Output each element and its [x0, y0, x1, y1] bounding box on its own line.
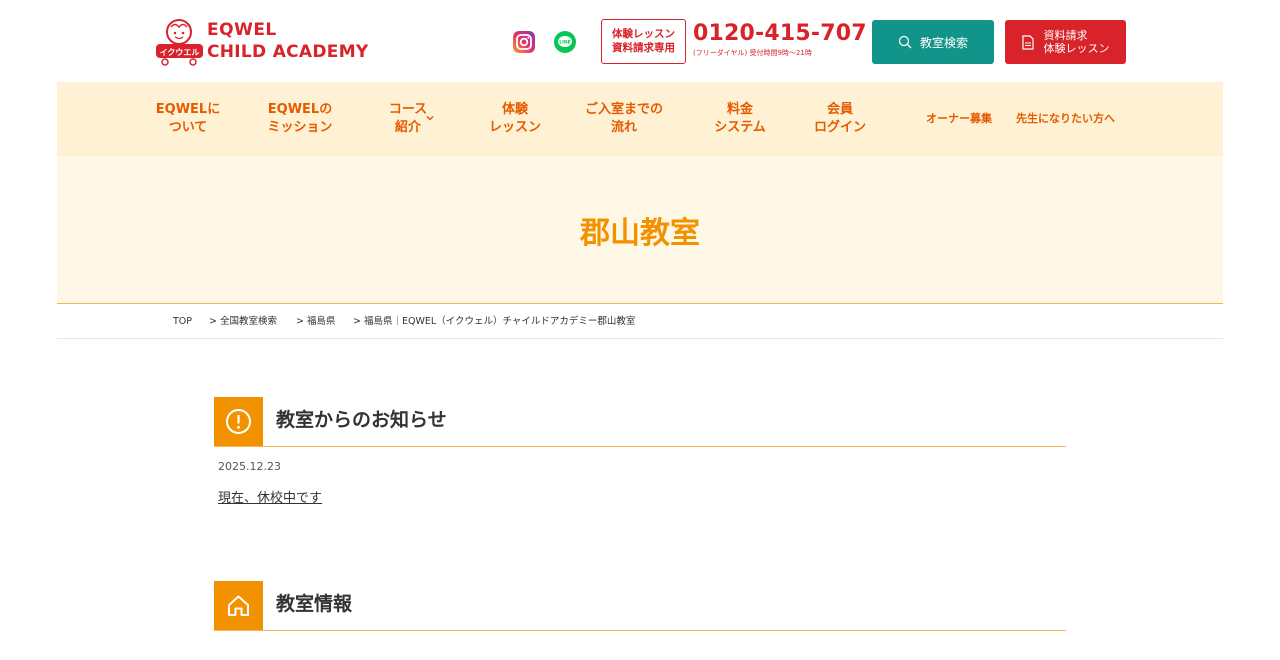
nav-item-become-teacher[interactable]: 先生になりたい方へ: [1016, 111, 1115, 127]
nav-item-line: EQWELの: [267, 102, 333, 117]
home-icon-box: [214, 581, 263, 630]
document-icon: [1021, 34, 1034, 50]
search-icon: [898, 35, 912, 49]
breadcrumb-classroom-search[interactable]: > 全国教室検索: [209, 316, 277, 328]
news-item-link[interactable]: 現在、休校中です: [218, 491, 322, 507]
home-icon: [228, 595, 249, 616]
logo-text-child-academy: CHILD ACADEMY: [207, 42, 369, 62]
classroom-info-heading: 教室情報: [214, 581, 1066, 631]
page-hero: 郡山教室: [57, 156, 1223, 304]
nav-item-line: EQWELに: [155, 102, 221, 117]
svg-text:LINE: LINE: [559, 40, 570, 46]
instagram-icon[interactable]: [512, 30, 536, 54]
nav-item-line: 会員: [826, 102, 853, 117]
mascot-logo-icon: イクウエル: [156, 19, 203, 66]
site-logo[interactable]: イクウエル EQWEL CHILD ACADEMY: [155, 17, 377, 67]
breadcrumb: TOP > 全国教室検索 > 福島県 > 福島県｜EQWEL（イクウェル）チャイ…: [57, 305, 1223, 339]
nav-item-line: ログイン: [813, 120, 866, 135]
nav-item-line: 体験: [501, 102, 528, 117]
line-icon[interactable]: LINE: [553, 30, 577, 54]
nav-item-courses[interactable]: コース 紹介: [377, 101, 439, 137]
nav-item-member-login[interactable]: 会員 ログイン: [805, 101, 875, 137]
nav-item-enrollment-flow[interactable]: ご入室までの 流れ: [577, 101, 671, 137]
page-title: 郡山教室: [580, 216, 700, 251]
news-section-heading: 教室からのお知らせ: [214, 397, 1066, 447]
news-section-title: 教室からのお知らせ: [276, 409, 447, 431]
nav-item-about[interactable]: EQWELに ついて: [153, 101, 223, 137]
nav-item-line: ご入室までの: [584, 102, 663, 117]
nav-item-line: 料金: [726, 102, 753, 117]
phone-number[interactable]: 0120-415-707: [693, 21, 867, 47]
trial-box-line1: 体験レッスン: [612, 28, 675, 40]
global-nav: EQWELに ついて EQWELの ミッション コース 紹介 体験 レッスン ご…: [57, 82, 1223, 156]
site-header: イクウエル EQWEL CHILD ACADEMY LINE 体験レッスン 資料…: [0, 0, 1280, 82]
info-icon: [226, 409, 251, 434]
classroom-search-button[interactable]: 教室検索: [872, 20, 994, 64]
request-trial-button[interactable]: 資料請求 体験レッスン: [1005, 20, 1126, 64]
nav-item-line: ミッション: [267, 120, 333, 135]
logo-badge-text: イクウエル: [160, 47, 200, 57]
nav-item-mission[interactable]: EQWELの ミッション: [264, 101, 336, 137]
request-button-line1: 資料請求: [1043, 29, 1088, 42]
info-icon-box: [214, 397, 263, 446]
classroom-search-label: 教室検索: [919, 35, 968, 50]
phone-hours-note: (フリーダイヤル) 受付時間9時〜21時: [693, 49, 812, 57]
nav-item-owner-recruit[interactable]: オーナー募集: [926, 111, 992, 127]
nav-item-line: システム: [714, 120, 766, 135]
nav-item-line: ついて: [168, 120, 208, 135]
nav-item-trial-lesson[interactable]: 体験 レッスン: [477, 101, 553, 137]
breadcrumb-top[interactable]: TOP: [173, 316, 192, 328]
logo-text-eqwel: EQWEL: [207, 20, 277, 40]
phone-block: 0120-415-707 (フリーダイヤル) 受付時間9時〜21時: [693, 21, 867, 58]
trial-request-phone-label[interactable]: 体験レッスン 資料請求専用: [601, 19, 686, 64]
breadcrumb-prefecture[interactable]: > 福島県: [296, 316, 335, 328]
trial-box-line2: 資料請求専用: [612, 42, 675, 54]
nav-item-line: 流れ: [610, 120, 637, 135]
nav-item-line: レッスン: [488, 120, 541, 135]
request-button-line2: 体験レッスン: [1043, 42, 1110, 55]
breadcrumb-current: > 福島県｜EQWEL（イクウェル）チャイルドアカデミー郡山教室: [353, 316, 636, 327]
classroom-info-title: 教室情報: [276, 593, 353, 615]
nav-item-pricing[interactable]: 料金 システム: [705, 101, 775, 137]
chevron-down-icon: [426, 115, 434, 121]
news-date: 2025.12.23: [218, 460, 281, 473]
